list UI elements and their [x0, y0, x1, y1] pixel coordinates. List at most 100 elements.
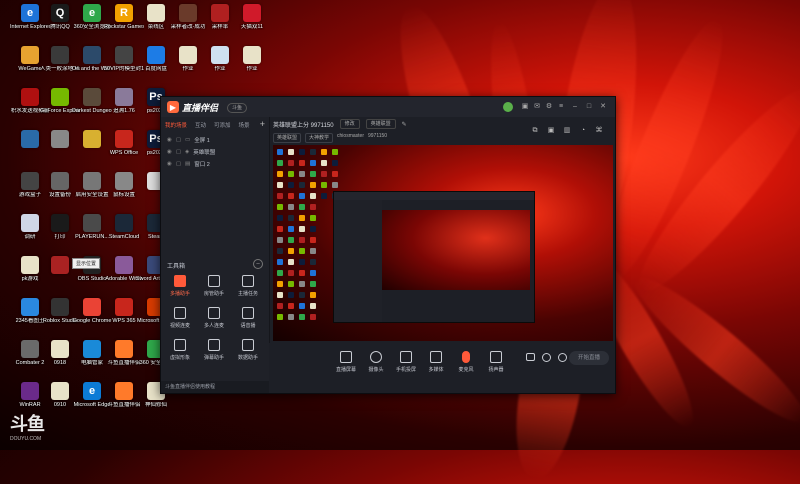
record-icon[interactable]	[525, 353, 535, 364]
screen-capture-button[interactable]: 直播屏幕	[333, 351, 359, 373]
tab-interact[interactable]: 互动	[195, 121, 206, 131]
avatar[interactable]	[503, 102, 513, 112]
camera-button[interactable]: 摄像头	[363, 351, 389, 373]
eye-icon[interactable]: ◉	[167, 149, 172, 155]
tool-button[interactable]: 主播任务	[233, 275, 263, 297]
timer-icon[interactable]	[541, 353, 551, 365]
scene-item[interactable]: ◉ ▢ ▭ 全屏 1	[167, 135, 210, 144]
tab-addable[interactable]: 可添加	[214, 121, 231, 131]
app-name: 直播伴侣	[182, 102, 219, 113]
shortcut-glyph	[21, 340, 39, 358]
shortcut-glyph	[179, 4, 197, 22]
gift-icon[interactable]: ▥	[563, 127, 571, 135]
desktop-shortcut-icon[interactable]: 天猫双11	[232, 4, 272, 30]
preview-shortcut-icon	[288, 193, 294, 199]
tooltip: 显示位置	[72, 258, 101, 269]
share-icon[interactable]: ⧉	[531, 127, 539, 135]
maximize-icon[interactable]: □	[585, 103, 593, 111]
eye-icon[interactable]: ◉	[167, 161, 172, 167]
tab-my-scenes[interactable]: 我的场景	[165, 121, 187, 131]
tab-scenes[interactable]: 场景	[239, 121, 250, 131]
microphone-icon	[462, 351, 470, 363]
speaker-button[interactable]: 扬声器	[483, 351, 509, 373]
copy-icon[interactable]: ▣	[547, 127, 555, 135]
preview-shortcut-icon	[332, 149, 338, 155]
preview-shortcut-icon	[310, 204, 316, 210]
stream-preview[interactable]	[273, 145, 613, 341]
preview-shortcut-icon	[288, 303, 294, 309]
skin-icon[interactable]: ▣	[521, 103, 529, 111]
close-icon[interactable]: ✕	[599, 103, 607, 111]
tool-button[interactable]: 多播助手	[165, 275, 195, 297]
microphone-button[interactable]: 麦克风	[453, 351, 479, 373]
menu-icon[interactable]: ≡	[557, 103, 565, 111]
version-badge[interactable]: 斗鱼	[227, 103, 248, 113]
edit-button[interactable]: 修改	[339, 119, 360, 129]
shortcut-glyph	[51, 214, 69, 232]
live-companion-window: ▶ 直播伴侣 斗鱼 ▣ ✉ ⚙ ≡ – □ ✕ 我的场景 互动 可添加 场景 +…	[160, 96, 616, 394]
desktop-shortcut-icon[interactable]: 作业	[232, 46, 272, 72]
shortcut-label: 神仙修仙	[144, 402, 167, 408]
preview-shortcut-icon	[277, 314, 283, 320]
preview-shortcut-icon	[277, 215, 283, 221]
bell-icon[interactable]: ◔	[579, 127, 587, 135]
lock-icon[interactable]: ▢	[176, 137, 181, 143]
tool-icon	[242, 307, 254, 319]
link-icon[interactable]: ⌘	[595, 127, 603, 135]
shortcut-glyph	[179, 46, 197, 64]
shortcut-glyph	[147, 46, 165, 64]
gear-icon[interactable]	[557, 353, 567, 365]
shortcut-glyph	[21, 88, 39, 106]
scene-item[interactable]: ◉ ▢ ▤ 窗口 2	[167, 159, 210, 168]
media-button[interactable]: 多媒体	[423, 351, 449, 373]
shortcut-glyph	[211, 4, 229, 22]
preview-shortcut-icon	[299, 281, 305, 287]
toolbox-toggle-icon[interactable]: –	[253, 259, 263, 269]
preview-shortcut-icon	[310, 171, 316, 177]
shortcut-glyph	[115, 130, 133, 148]
phone-cast-button[interactable]: 手机投屏	[393, 351, 419, 373]
pencil-icon[interactable]: ✎	[402, 121, 407, 128]
tool-button[interactable]: 弹幕助手	[199, 339, 229, 361]
tool-button[interactable]: 视频连麦	[165, 307, 195, 329]
add-scene-icon[interactable]: +	[260, 119, 265, 129]
shortcut-glyph: e	[21, 4, 39, 22]
shortcut-glyph	[51, 88, 69, 106]
category-button[interactable]: 英雄联盟	[365, 119, 396, 129]
preview-shortcut-icon	[310, 182, 316, 188]
tool-button[interactable]: 多人连麦	[199, 307, 229, 329]
room-info: 英雄联盟上分 9971150 修改 英雄联盟 ✎	[273, 119, 407, 129]
lock-icon[interactable]: ▢	[176, 149, 181, 155]
tag[interactable]: 英雄联盟	[273, 133, 302, 143]
tool-icon	[242, 339, 254, 351]
tool-button[interactable]: 语音播	[233, 307, 263, 329]
eye-icon[interactable]: ◉	[167, 137, 172, 143]
tool-button[interactable]: 数据助手	[233, 339, 263, 361]
preview-shortcut-icon	[321, 149, 327, 155]
tag[interactable]: 大神教学	[305, 133, 334, 143]
preview-shortcut-icon	[288, 171, 294, 177]
preview-shortcut-icon	[299, 182, 305, 188]
logo-icon: ▶	[167, 101, 179, 113]
preview-shortcut-icon	[310, 193, 316, 199]
shortcut-glyph	[51, 298, 69, 316]
start-stream-button[interactable]: 开始直播	[569, 351, 609, 365]
preview-shortcut-icon	[288, 292, 294, 298]
lock-icon[interactable]: ▢	[176, 161, 181, 167]
left-panel: 我的场景 互动 可添加 场景 + ◉ ▢ ▭ 全屏 1 ◉ ▢ ◈ 英雄联盟 ◉…	[161, 117, 270, 393]
tool-label: 弹幕助手	[203, 355, 224, 361]
minimize-icon[interactable]: –	[571, 103, 579, 111]
scene-item[interactable]: ◉ ▢ ◈ 英雄联盟	[167, 147, 215, 156]
preview-shortcut-icon	[310, 226, 316, 232]
tool-button[interactable]: 房管助手	[199, 275, 229, 297]
streamer-name: chiosmaster	[337, 133, 364, 139]
title-bar: ▶ 直播伴侣 斗鱼 ▣ ✉ ⚙ ≡ – □ ✕	[161, 97, 615, 117]
shortcut-glyph	[51, 340, 69, 358]
preview-shortcut-icon	[277, 149, 283, 155]
settings-icon[interactable]: ⚙	[545, 103, 553, 111]
message-icon[interactable]: ✉	[533, 103, 541, 111]
preview-shortcut-icon	[321, 160, 327, 166]
tutorial-link[interactable]: 斗鱼直播伴侣使用教程	[165, 384, 215, 390]
shortcut-glyph	[115, 214, 133, 232]
tool-button[interactable]: 虚拟形象	[165, 339, 195, 361]
